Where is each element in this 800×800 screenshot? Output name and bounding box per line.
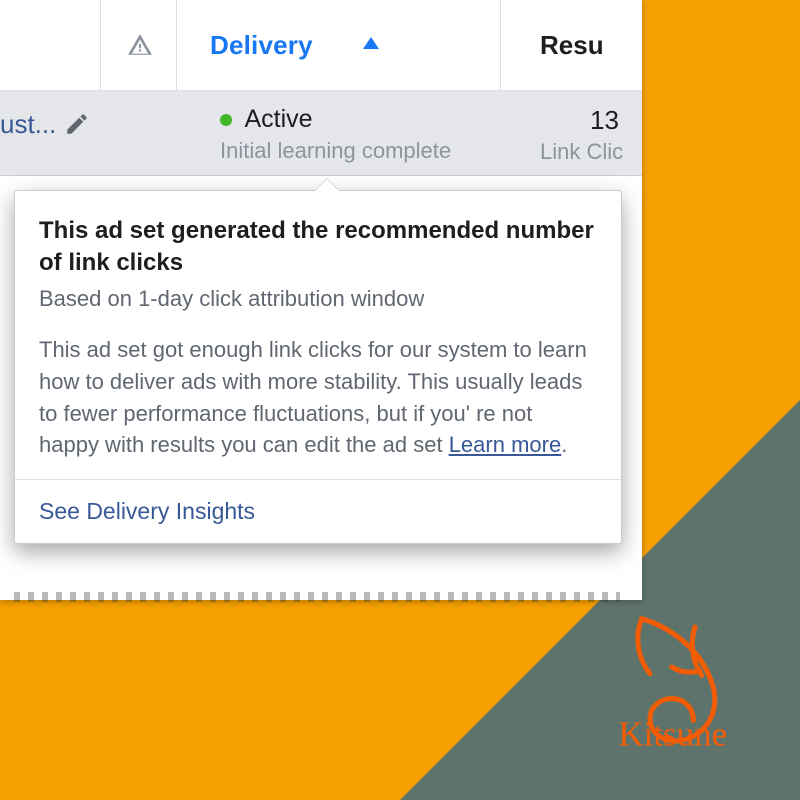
column-header-warning[interactable] xyxy=(120,0,160,90)
tooltip-paragraph: This ad set got enough link clicks for o… xyxy=(39,334,597,462)
column-divider xyxy=(500,0,501,90)
status-dot-icon xyxy=(220,114,232,126)
column-header-delivery[interactable]: Delivery xyxy=(210,0,440,90)
column-divider xyxy=(100,0,101,90)
table-row[interactable]: ust... Active Initial learning complete … xyxy=(0,91,642,176)
results-label: Link Clic xyxy=(540,139,623,165)
panel-cut-edge xyxy=(14,592,620,602)
results-value: 13 xyxy=(590,105,619,136)
sort-ascending-icon xyxy=(363,36,379,54)
kitsune-logo: Kitsune xyxy=(590,612,760,762)
column-header-delivery-label: Delivery xyxy=(210,30,313,61)
tooltip-period: . xyxy=(561,432,567,457)
delivery-status-text: Active xyxy=(244,105,312,133)
tooltip-body: This ad set generated the recommended nu… xyxy=(15,191,621,479)
column-header-results-label: Resu xyxy=(540,30,604,61)
kitsune-wordmark: Kitsune xyxy=(618,714,727,753)
delivery-status-subtext: Initial learning complete xyxy=(220,138,451,164)
warning-triangle-icon xyxy=(127,32,153,58)
tooltip-heading: This ad set generated the recommended nu… xyxy=(39,215,597,280)
tooltip-footer: See Delivery Insights xyxy=(15,479,621,543)
column-header-results[interactable]: Resu xyxy=(540,0,660,90)
learn-more-link[interactable]: Learn more xyxy=(449,432,562,457)
ads-manager-panel: Delivery Resu ust... Active Initial lear… xyxy=(0,0,642,600)
adset-name-link[interactable]: ust... xyxy=(0,109,56,140)
column-divider xyxy=(176,0,177,90)
tooltip-subheading: Based on 1-day click attribution window xyxy=(39,286,597,312)
delivery-status-cell: Active Initial learning complete xyxy=(220,105,451,164)
edit-icon[interactable] xyxy=(64,111,90,142)
delivery-tooltip: This ad set generated the recommended nu… xyxy=(14,190,622,544)
table-header-row: Delivery Resu xyxy=(0,0,642,91)
tooltip-caret-icon xyxy=(315,179,339,191)
see-delivery-insights-link[interactable]: See Delivery Insights xyxy=(39,498,255,524)
